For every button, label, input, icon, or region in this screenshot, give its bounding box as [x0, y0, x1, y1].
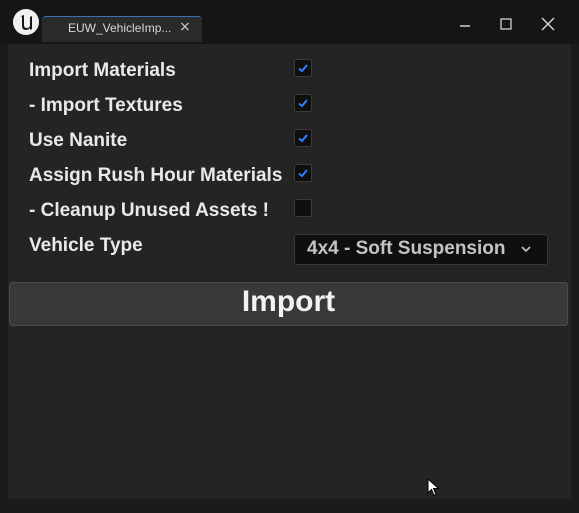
import-button[interactable]: Import	[9, 282, 568, 326]
cleanup-unused-assets-checkbox[interactable]	[294, 199, 312, 217]
import-textures-label: - Import Textures	[29, 95, 183, 116]
use-nanite-checkbox[interactable]	[294, 129, 312, 147]
editor-utility-window: EUW_VehicleImp... × Import Materials - I…	[0, 0, 579, 513]
title-bar[interactable]: EUW_VehicleImp... ×	[0, 0, 579, 44]
maximize-button[interactable]	[491, 12, 521, 36]
cleanup-unused-assets-label: - Cleanup Unused Assets !	[29, 200, 270, 221]
maximize-icon	[500, 18, 512, 30]
minimize-icon	[460, 25, 470, 27]
vehicle-type-selected-value: 4x4 - Soft Suspension	[307, 238, 506, 259]
vehicle-type-dropdown[interactable]: 4x4 - Soft Suspension	[294, 234, 548, 265]
checkmark-icon	[298, 169, 308, 178]
minimize-button[interactable]	[450, 12, 480, 36]
assign-rush-hour-materials-label: Assign Rush Hour Materials	[29, 165, 283, 186]
vehicle-type-label: Vehicle Type	[29, 235, 143, 256]
import-materials-checkbox[interactable]	[294, 59, 312, 77]
tab-euw-vehicle-import[interactable]: EUW_VehicleImp... ×	[42, 16, 202, 42]
import-textures-checkbox[interactable]	[294, 94, 312, 112]
close-window-button[interactable]	[533, 12, 563, 36]
import-materials-label: Import Materials	[29, 60, 176, 81]
checkmark-icon	[298, 64, 308, 73]
content-panel: Import Materials - Import Textures Use N…	[8, 44, 571, 499]
mouse-cursor-icon	[427, 478, 440, 497]
unreal-engine-logo-icon	[13, 9, 39, 35]
close-icon	[541, 17, 555, 31]
assign-rush-hour-materials-checkbox[interactable]	[294, 164, 312, 182]
checkmark-icon	[298, 134, 308, 143]
tab-close-icon[interactable]: ×	[179, 19, 191, 35]
chevron-down-icon	[521, 246, 531, 253]
tab-label: EUW_VehicleImp...	[68, 21, 172, 35]
import-button-label: Import	[241, 285, 336, 318]
use-nanite-label: Use Nanite	[29, 130, 128, 151]
checkmark-icon	[298, 99, 308, 108]
